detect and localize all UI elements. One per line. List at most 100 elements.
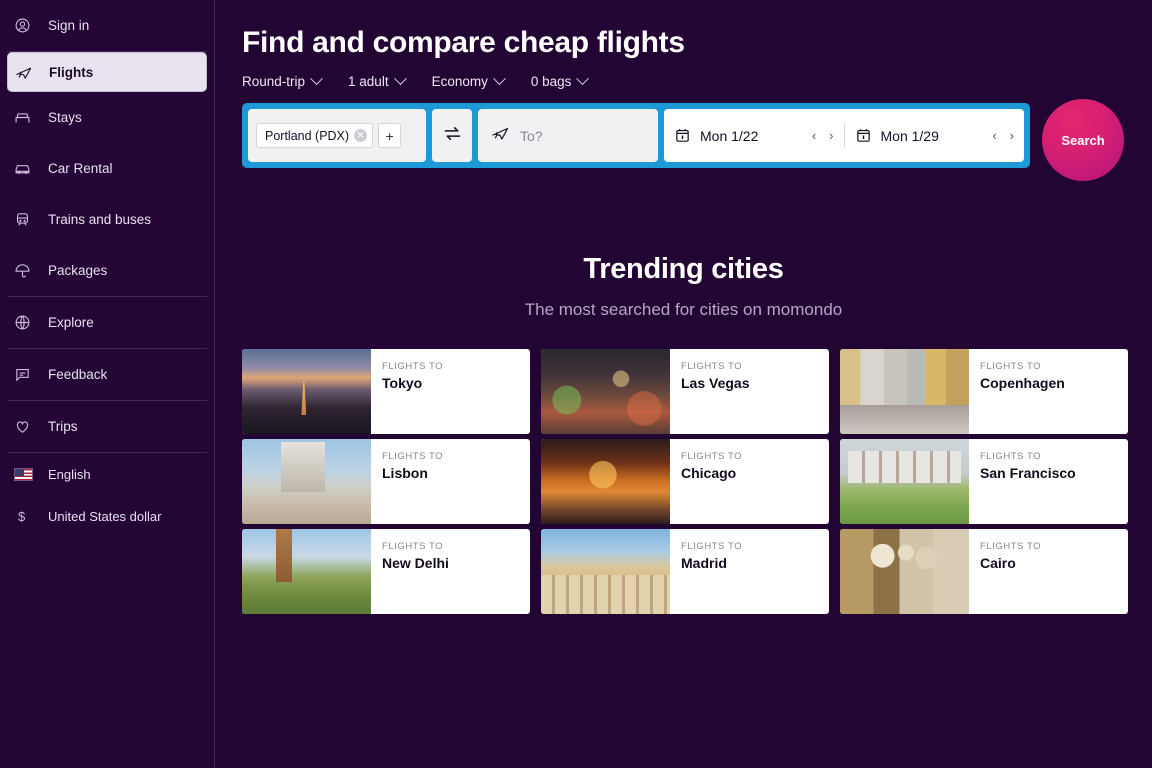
city-name: Tokyo <box>382 375 443 391</box>
city-card-tokyo[interactable]: FLIGHTS TO Tokyo <box>242 349 530 434</box>
trending-subheading: The most searched for cities on momondo <box>215 300 1152 320</box>
chevron-down-icon <box>493 72 506 85</box>
trip-type-dropdown[interactable]: Round-trip <box>242 74 321 89</box>
city-photo <box>541 529 670 614</box>
card-kicker: FLIGHTS TO <box>980 361 1065 372</box>
trending-section: Trending cities The most searched for ci… <box>215 253 1152 320</box>
bags-dropdown[interactable]: 0 bags <box>531 74 588 89</box>
feedback-icon <box>14 366 48 383</box>
city-card-body: FLIGHTS TO New Delhi <box>371 529 449 614</box>
city-card-las-vegas[interactable]: FLIGHTS TO Las Vegas <box>541 349 829 434</box>
sidebar-item-car-rental[interactable]: Car Rental <box>0 143 214 194</box>
account-circle-icon <box>14 17 48 34</box>
chevron-down-icon <box>394 72 407 85</box>
destination-placeholder: To? <box>520 128 543 144</box>
card-kicker: FLIGHTS TO <box>681 361 750 372</box>
sidebar-item-language[interactable]: English <box>0 453 214 495</box>
city-card-madrid[interactable]: FLIGHTS TO Madrid <box>541 529 829 614</box>
city-card-lisbon[interactable]: FLIGHTS TO Lisbon <box>242 439 530 524</box>
calendar-icon <box>855 127 872 144</box>
city-name: Las Vegas <box>681 375 750 391</box>
dollar-sign-icon: $ <box>14 509 48 524</box>
city-card-body: FLIGHTS TO Madrid <box>670 529 742 614</box>
search-bar: Portland (PDX) ✕ + <box>242 103 1030 168</box>
depart-date-steppers: ‹ › <box>812 128 834 143</box>
sidebar-item-packages[interactable]: Packages <box>0 245 214 296</box>
sidebar-item-currency[interactable]: $ United States dollar <box>0 495 214 537</box>
app-root: Sign in Flights Stays <box>0 0 1152 768</box>
city-card-cairo[interactable]: FLIGHTS TO Cairo <box>840 529 1128 614</box>
city-name: Lisbon <box>382 465 443 481</box>
search-bar-wrapper: Portland (PDX) ✕ + <box>242 103 1152 181</box>
depart-date-value: Mon 1/22 <box>700 128 758 144</box>
return-date-value: Mon 1/29 <box>881 128 939 144</box>
city-card-body: FLIGHTS TO Cairo <box>969 529 1041 614</box>
city-card-body: FLIGHTS TO Copenhagen <box>969 349 1065 434</box>
sidebar-item-stays[interactable]: Stays <box>0 92 214 143</box>
trending-heading: Trending cities <box>215 253 1152 286</box>
city-name: Cairo <box>980 555 1041 571</box>
city-card-body: FLIGHTS TO San Francisco <box>969 439 1076 524</box>
sidebar-item-label: Flights <box>49 65 93 80</box>
card-kicker: FLIGHTS TO <box>681 541 742 552</box>
travelers-dropdown[interactable]: 1 adult <box>348 74 405 89</box>
depart-next-day-button[interactable]: › <box>829 128 833 143</box>
bed-icon <box>14 109 48 126</box>
chevron-down-icon <box>310 72 323 85</box>
city-photo <box>242 349 371 434</box>
sidebar-item-label: Feedback <box>48 367 107 382</box>
page-title: Find and compare cheap flights <box>242 26 1152 60</box>
card-kicker: FLIGHTS TO <box>382 451 443 462</box>
depart-date-cell[interactable]: Mon 1/22 ‹ › <box>674 109 834 162</box>
sidebar-item-label: Car Rental <box>48 161 113 176</box>
sidebar-item-trains-and-buses[interactable]: Trains and buses <box>0 194 214 245</box>
card-kicker: FLIGHTS TO <box>681 451 742 462</box>
city-name: New Delhi <box>382 555 449 571</box>
return-next-day-button[interactable]: › <box>1010 128 1014 143</box>
us-flag-icon <box>14 468 48 481</box>
car-icon <box>14 160 48 177</box>
umbrella-icon <box>14 262 48 279</box>
destination-input[interactable]: To? <box>478 109 658 162</box>
city-card-copenhagen[interactable]: FLIGHTS TO Copenhagen <box>840 349 1128 434</box>
sidebar-item-sign-in[interactable]: Sign in <box>0 0 214 51</box>
sidebar-item-label: Explore <box>48 315 94 330</box>
sidebar-item-explore[interactable]: Explore <box>0 297 214 348</box>
depart-prev-day-button[interactable]: ‹ <box>812 128 816 143</box>
close-icon[interactable]: ✕ <box>354 129 367 142</box>
sidebar-item-trips[interactable]: Trips <box>0 401 214 452</box>
trending-cities-grid: FLIGHTS TO Tokyo FLIGHTS TO Las Vegas FL… <box>242 349 1132 614</box>
calendar-icon <box>674 127 691 144</box>
add-origin-button[interactable]: + <box>378 123 401 148</box>
origin-chip[interactable]: Portland (PDX) ✕ <box>256 123 373 148</box>
sidebar: Sign in Flights Stays <box>0 0 215 768</box>
city-card-san-francisco[interactable]: FLIGHTS TO San Francisco <box>840 439 1128 524</box>
cabin-class-label: Economy <box>432 74 488 89</box>
city-name: Copenhagen <box>980 375 1065 391</box>
train-icon <box>14 211 48 228</box>
card-kicker: FLIGHTS TO <box>382 541 449 552</box>
origin-input[interactable]: Portland (PDX) ✕ + <box>248 109 426 162</box>
return-date-cell[interactable]: Mon 1/29 ‹ › <box>855 109 1015 162</box>
globe-icon <box>14 314 48 331</box>
swap-button[interactable] <box>432 109 472 162</box>
city-photo <box>840 439 969 524</box>
search-button[interactable]: Search <box>1042 99 1124 181</box>
card-kicker: FLIGHTS TO <box>382 361 443 372</box>
plane-icon <box>15 64 49 81</box>
city-card-body: FLIGHTS TO Las Vegas <box>670 349 750 434</box>
city-photo <box>242 529 371 614</box>
city-card-chicago[interactable]: FLIGHTS TO Chicago <box>541 439 829 524</box>
city-photo <box>541 349 670 434</box>
sidebar-item-feedback[interactable]: Feedback <box>0 349 214 400</box>
sidebar-currency-label: United States dollar <box>48 509 161 524</box>
city-card-new-delhi[interactable]: FLIGHTS TO New Delhi <box>242 529 530 614</box>
sidebar-item-label: Trips <box>48 419 78 434</box>
city-name: San Francisco <box>980 465 1076 481</box>
cabin-class-dropdown[interactable]: Economy <box>432 74 504 89</box>
return-prev-day-button[interactable]: ‹ <box>992 128 996 143</box>
sidebar-item-flights[interactable]: Flights <box>7 52 207 92</box>
plane-icon <box>491 124 509 147</box>
return-date-steppers: ‹ › <box>992 128 1014 143</box>
card-kicker: FLIGHTS TO <box>980 541 1041 552</box>
